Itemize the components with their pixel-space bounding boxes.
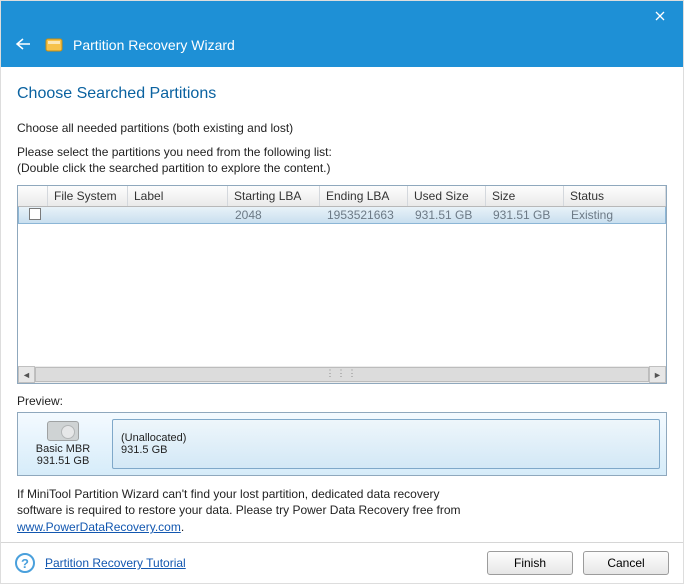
partition-name: (Unallocated) (121, 432, 651, 444)
scroll-track[interactable]: ⋮⋮⋮ (35, 366, 649, 383)
window-title: Partition Recovery Wizard (73, 37, 235, 53)
col-checkbox[interactable] (18, 186, 48, 206)
disk-info[interactable]: Basic MBR 931.51 GB (24, 419, 102, 469)
back-button[interactable] (11, 35, 35, 55)
instruction-line-1: Please select the partitions you need fr… (17, 145, 667, 159)
note-line-1: If MiniTool Partition Wizard can't find … (17, 487, 440, 501)
table-header: File System Label Starting LBA Ending LB… (18, 186, 666, 207)
wizard-body: Choose Searched Partitions Choose all ne… (1, 67, 683, 542)
col-size[interactable]: Size (486, 186, 564, 206)
header-bar: Partition Recovery Wizard (1, 31, 683, 67)
back-arrow-icon (15, 38, 31, 50)
tutorial-link[interactable]: Partition Recovery Tutorial (45, 556, 186, 570)
scroll-left-button[interactable]: ◄ (18, 366, 35, 383)
page-subtext: Choose all needed partitions (both exist… (17, 121, 667, 135)
app-icon (45, 36, 63, 54)
col-status[interactable]: Status (564, 186, 666, 206)
footer: ? Partition Recovery Tutorial Finish Can… (1, 542, 683, 583)
cell-used-size: 931.51 GB (409, 207, 487, 223)
cell-file-system (49, 214, 129, 216)
disk-type: Basic MBR (36, 443, 90, 455)
recovery-note: If MiniTool Partition Wizard can't find … (17, 486, 667, 536)
scroll-thumb[interactable]: ⋮⋮⋮ (35, 367, 649, 382)
partition-size: 931.5 GB (121, 444, 651, 456)
col-ending-lba[interactable]: Ending LBA (320, 186, 408, 206)
cell-status: Existing (565, 207, 665, 223)
preview-label: Preview: (17, 394, 667, 408)
disk-size: 931.51 GB (37, 455, 90, 467)
partition-block[interactable]: (Unallocated) 931.5 GB (112, 419, 660, 469)
note-line-2: software is required to restore your dat… (17, 503, 461, 517)
scroll-right-button[interactable]: ► (649, 366, 666, 383)
col-file-system[interactable]: File System (48, 186, 128, 206)
col-starting-lba[interactable]: Starting LBA (228, 186, 320, 206)
col-used-size[interactable]: Used Size (408, 186, 486, 206)
wizard-window: Partition Recovery Wizard Choose Searche… (0, 0, 684, 584)
titlebar (1, 1, 683, 31)
col-label[interactable]: Label (128, 186, 228, 206)
help-icon[interactable]: ? (15, 553, 35, 573)
cell-ending-lba: 1953521663 (321, 207, 409, 223)
table-body: 2048 1953521663 931.51 GB 931.51 GB Exis… (18, 207, 666, 366)
page-heading: Choose Searched Partitions (17, 85, 667, 103)
close-button[interactable] (637, 1, 683, 31)
disk-icon (47, 421, 79, 441)
horizontal-scrollbar[interactable]: ◄ ⋮⋮⋮ ► (18, 366, 666, 383)
preview-box: Basic MBR 931.51 GB (Unallocated) 931.5 … (17, 412, 667, 476)
instruction-line-2: (Double click the searched partition to … (17, 161, 667, 175)
row-checkbox-cell[interactable] (19, 207, 49, 224)
table-row[interactable]: 2048 1953521663 931.51 GB 931.51 GB Exis… (18, 207, 666, 224)
cancel-button[interactable]: Cancel (583, 551, 669, 575)
cell-label (129, 214, 229, 216)
row-checkbox[interactable] (29, 208, 41, 220)
cell-starting-lba: 2048 (229, 207, 321, 223)
partitions-table: File System Label Starting LBA Ending LB… (17, 185, 667, 384)
power-data-recovery-link[interactable]: www.PowerDataRecovery.com (17, 520, 181, 534)
cell-size: 931.51 GB (487, 207, 565, 223)
close-icon (655, 11, 665, 21)
finish-button[interactable]: Finish (487, 551, 573, 575)
